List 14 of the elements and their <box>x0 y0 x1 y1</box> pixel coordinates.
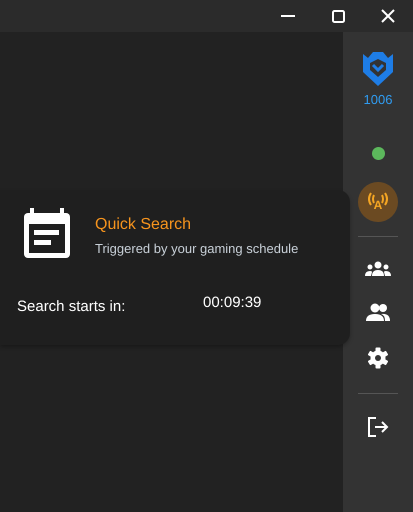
card-subtitle: Triggered by your gaming schedule <box>95 241 298 256</box>
broadcast-button[interactable]: A <box>358 182 398 222</box>
countdown-time: 00:09:39 <box>203 294 262 311</box>
countdown-label: Search starts in: <box>17 298 126 315</box>
minimize-icon <box>281 15 295 17</box>
calendar-icon <box>24 208 70 258</box>
card-title: Quick Search <box>95 216 192 234</box>
group-icon[interactable] <box>365 261 391 277</box>
friends-icon[interactable] <box>366 303 390 321</box>
rank-number: 1006 <box>364 92 392 107</box>
maximize-icon <box>332 10 344 22</box>
close-icon <box>381 9 395 23</box>
logout-icon[interactable] <box>367 416 389 438</box>
settings-icon[interactable] <box>367 347 389 369</box>
